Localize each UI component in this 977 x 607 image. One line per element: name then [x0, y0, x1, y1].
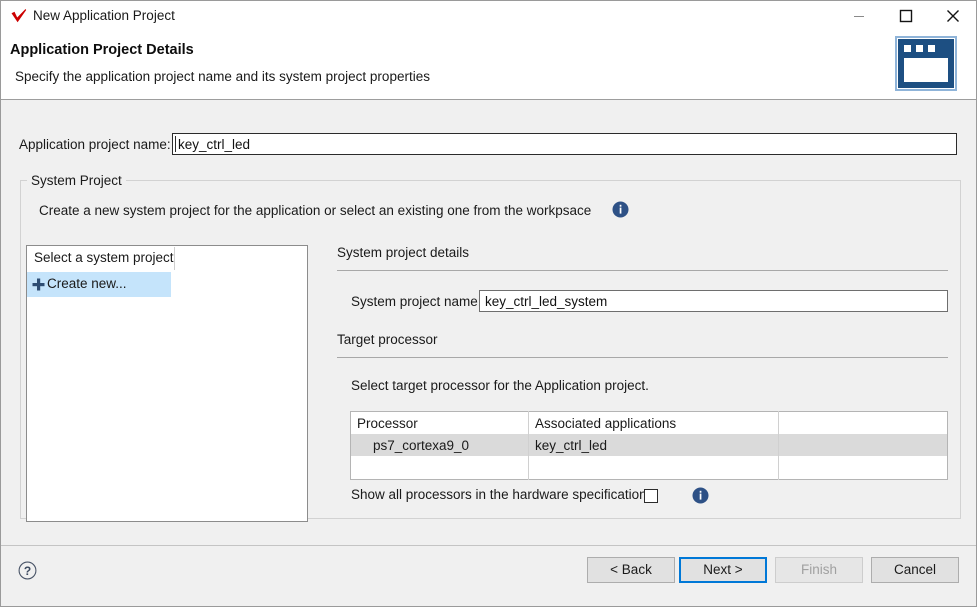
table-header-row: Processor Associated applications — [350, 411, 948, 434]
table-row[interactable] — [350, 456, 948, 480]
next-button[interactable]: Next > — [679, 557, 767, 583]
list-item-label: Create new... — [47, 276, 127, 291]
cell-processor — [350, 456, 529, 480]
system-project-details-title: System project details — [337, 245, 470, 260]
list-item-create-new[interactable]: Create new... — [27, 272, 171, 297]
cell-processor: ps7_cortexa9_0 — [350, 434, 529, 456]
page-title: Application Project Details — [10, 42, 194, 58]
app-project-name-input[interactable] — [172, 133, 957, 155]
text-caret — [175, 136, 176, 152]
column-header-blank[interactable] — [778, 411, 948, 434]
cell-associated-applications — [528, 456, 779, 480]
list-column-header: Select a system project — [27, 246, 307, 272]
column-header-associated-applications[interactable]: Associated applications — [528, 411, 779, 434]
show-all-processors-checkbox[interactable] — [644, 489, 658, 503]
table-row[interactable]: ps7_cortexa9_0 key_ctrl_led — [350, 434, 948, 456]
info-icon[interactable] — [612, 201, 629, 218]
help-question-icon[interactable]: ? — [18, 561, 37, 580]
maximize-button[interactable] — [883, 1, 929, 31]
info-icon[interactable] — [692, 487, 709, 504]
maximize-icon — [899, 9, 913, 23]
close-button[interactable] — [930, 1, 976, 31]
system-project-legend: System Project — [27, 173, 126, 188]
minimize-icon — [854, 16, 864, 17]
system-project-name-input[interactable] — [479, 290, 948, 312]
app-project-name-label: Application project name: — [19, 137, 171, 152]
svg-text:?: ? — [24, 564, 31, 578]
system-project-description: Create a new system project for the appl… — [39, 203, 592, 218]
section-divider — [337, 357, 948, 358]
system-project-name-label: System project name: — [351, 294, 482, 309]
wizard-window-icon — [895, 36, 957, 91]
new-application-project-dialog: New Application Project Application Proj… — [0, 0, 977, 607]
back-button[interactable]: < Back — [587, 557, 675, 583]
dialog-content: Application project name: System Project… — [1, 101, 976, 545]
target-processor-title: Target processor — [337, 332, 438, 347]
column-header-processor[interactable]: Processor — [350, 411, 529, 434]
section-divider — [337, 270, 948, 271]
plus-icon — [32, 278, 45, 291]
close-icon — [947, 10, 959, 22]
list-column-header-label: Select a system project — [34, 250, 174, 265]
cell-associated-applications: key_ctrl_led — [528, 434, 779, 456]
dialog-footer: ? < Back Next > Finish Cancel — [1, 545, 976, 606]
processor-table[interactable]: Processor Associated applications ps7_co… — [350, 411, 948, 480]
cell-blank — [778, 456, 948, 480]
title-bar: New Application Project — [1, 1, 976, 31]
show-all-processors-label: Show all processors in the hardware spec… — [351, 487, 647, 502]
target-processor-description: Select target processor for the Applicat… — [351, 378, 649, 393]
minimize-button[interactable] — [836, 1, 882, 31]
column-divider — [174, 247, 175, 270]
system-project-list[interactable]: Select a system project Create new... — [26, 245, 308, 522]
window-title: New Application Project — [33, 8, 175, 23]
cell-blank — [778, 434, 948, 456]
page-subtitle: Specify the application project name and… — [15, 69, 430, 84]
xilinx-red-check-icon — [9, 6, 29, 26]
cancel-button[interactable]: Cancel — [871, 557, 959, 583]
wizard-header: Application Project Details Specify the … — [1, 31, 976, 100]
finish-button: Finish — [775, 557, 863, 583]
